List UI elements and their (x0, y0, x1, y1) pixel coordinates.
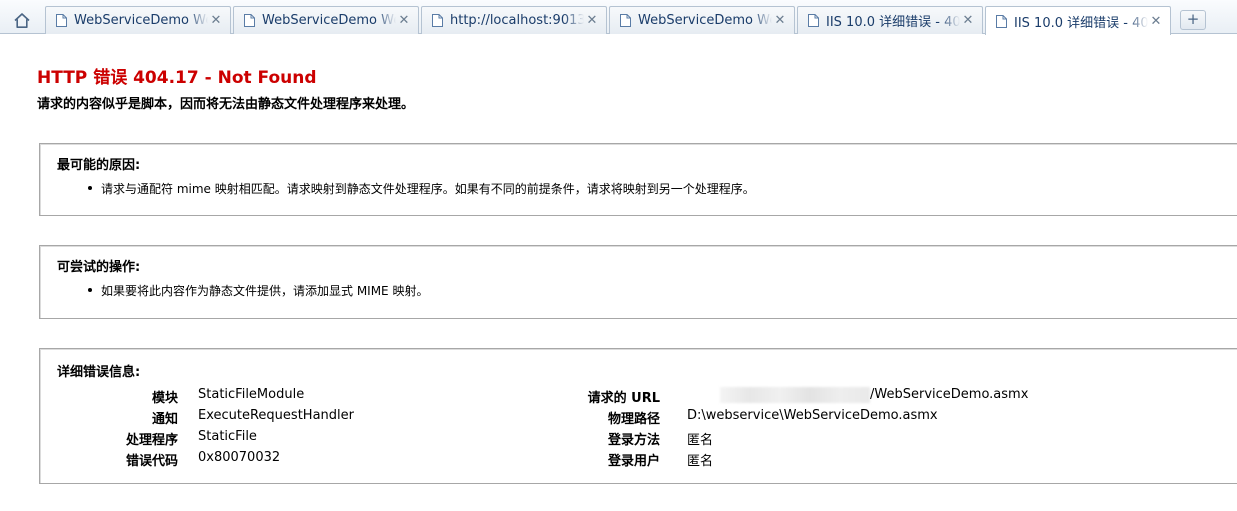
detail-value: 0x80070032 (198, 450, 281, 465)
close-icon[interactable]: ✕ (1148, 14, 1164, 29)
new-tab-button[interactable]: + (1180, 10, 1206, 30)
detail-row-logon-method: 登录方法 匿名 (520, 429, 1120, 449)
tab-webservicedemo-2[interactable]: WebServiceDemo Web Se ✕ (233, 6, 419, 34)
close-icon[interactable]: ✕ (396, 13, 412, 28)
error-title: HTTP 错误 404.17 - Not Found (37, 68, 317, 88)
detail-key: 通知 (151, 412, 178, 427)
detail-key: 物理路径 (607, 412, 660, 427)
close-icon[interactable]: ✕ (772, 13, 788, 28)
home-icon[interactable] (8, 8, 36, 32)
list-item: 请求与通配符 mime 映射相匹配。请求映射到静态文件处理程序。如果有不同的前提… (88, 180, 755, 197)
things-to-try-list: 如果要将此内容作为静态文件提供，请添加显式 MIME 映射。 (88, 282, 428, 299)
detailed-error-heading: 详细错误信息: (57, 365, 141, 380)
tab-title: IIS 10.0 详细错误 - 403.14 (826, 15, 960, 30)
error-subtitle: 请求的内容似乎是脚本，因而将无法由静态文件处理程序来处理。 (37, 97, 415, 112)
detail-row-requested-url: 请求的 URL /WebServiceDemo.asmx (520, 387, 1120, 407)
tab-title: IIS 10.0 详细错误 - 404.17 (1014, 15, 1148, 31)
likely-causes-box: 最可能的原因: 请求与通配符 mime 映射相匹配。请求映射到静态文件处理程序。… (39, 143, 1237, 216)
tab-webservicedemo-3[interactable]: WebServiceDemo Web Se ✕ (609, 6, 795, 34)
likely-causes-list: 请求与通配符 mime 映射相匹配。请求映射到静态文件处理程序。如果有不同的前提… (88, 180, 755, 197)
tab-title: WebServiceDemo Web Se (638, 13, 772, 28)
page-icon (432, 14, 443, 27)
things-to-try-box: 可尝试的操作: 如果要将此内容作为静态文件提供，请添加显式 MIME 映射。 (39, 245, 1237, 319)
tab-title: WebServiceDemo Web Se (74, 13, 208, 28)
detail-value: D:\webservice\WebServiceDemo.asmx (687, 408, 938, 423)
tab-bar: WebServiceDemo Web Se ✕ WebServiceDemo W… (0, 0, 1237, 35)
tab-iis-404-active[interactable]: IIS 10.0 详细错误 - 404.17 ✕ (985, 6, 1171, 35)
detail-key: 登录方法 (607, 433, 660, 448)
tab-iis-403[interactable]: IIS 10.0 详细错误 - 403.14 ✕ (797, 6, 983, 34)
page-icon (244, 14, 255, 27)
list-item: 如果要将此内容作为静态文件提供，请添加显式 MIME 映射。 (88, 282, 428, 299)
detail-key: 请求的 URL (587, 391, 660, 406)
detail-value: StaticFileModule (198, 387, 305, 402)
page-icon (996, 14, 1007, 28)
page-icon (808, 14, 819, 27)
detail-value: ExecuteRequestHandler (198, 408, 354, 423)
error-page: HTTP 错误 404.17 - Not Found 请求的内容似乎是脚本，因而… (0, 35, 1237, 511)
likely-causes-heading: 最可能的原因: (57, 158, 141, 173)
detail-row-logon-user: 登录用户 匿名 (520, 450, 1120, 470)
tab-localhost[interactable]: http://localhost:9013/We ✕ (421, 6, 607, 34)
page-icon (56, 14, 67, 27)
detail-key: 模块 (151, 391, 178, 406)
tab-webservicedemo-1[interactable]: WebServiceDemo Web Se ✕ (45, 6, 231, 34)
detail-key: 登录用户 (607, 454, 660, 469)
detailed-error-box: 详细错误信息: 模块 StaticFileModule 通知 ExecuteRe… (39, 348, 1237, 484)
detail-value: 匿名 (687, 454, 714, 469)
detail-row-physical-path: 物理路径 D:\webservice\WebServiceDemo.asmx (520, 408, 1120, 428)
close-icon[interactable]: ✕ (960, 13, 976, 28)
tab-title: http://localhost:9013/We (450, 13, 584, 28)
detail-key: 错误代码 (125, 454, 178, 469)
close-icon[interactable]: ✕ (584, 13, 600, 28)
tab-title: WebServiceDemo Web Se (262, 13, 396, 28)
detail-key: 处理程序 (125, 433, 178, 448)
detail-value: /WebServiceDemo.asmx (870, 387, 1029, 402)
detail-value: StaticFile (198, 429, 257, 444)
detail-value: 匿名 (687, 433, 714, 448)
page-icon (620, 14, 631, 27)
things-to-try-heading: 可尝试的操作: (57, 260, 141, 275)
close-icon[interactable]: ✕ (208, 13, 224, 28)
